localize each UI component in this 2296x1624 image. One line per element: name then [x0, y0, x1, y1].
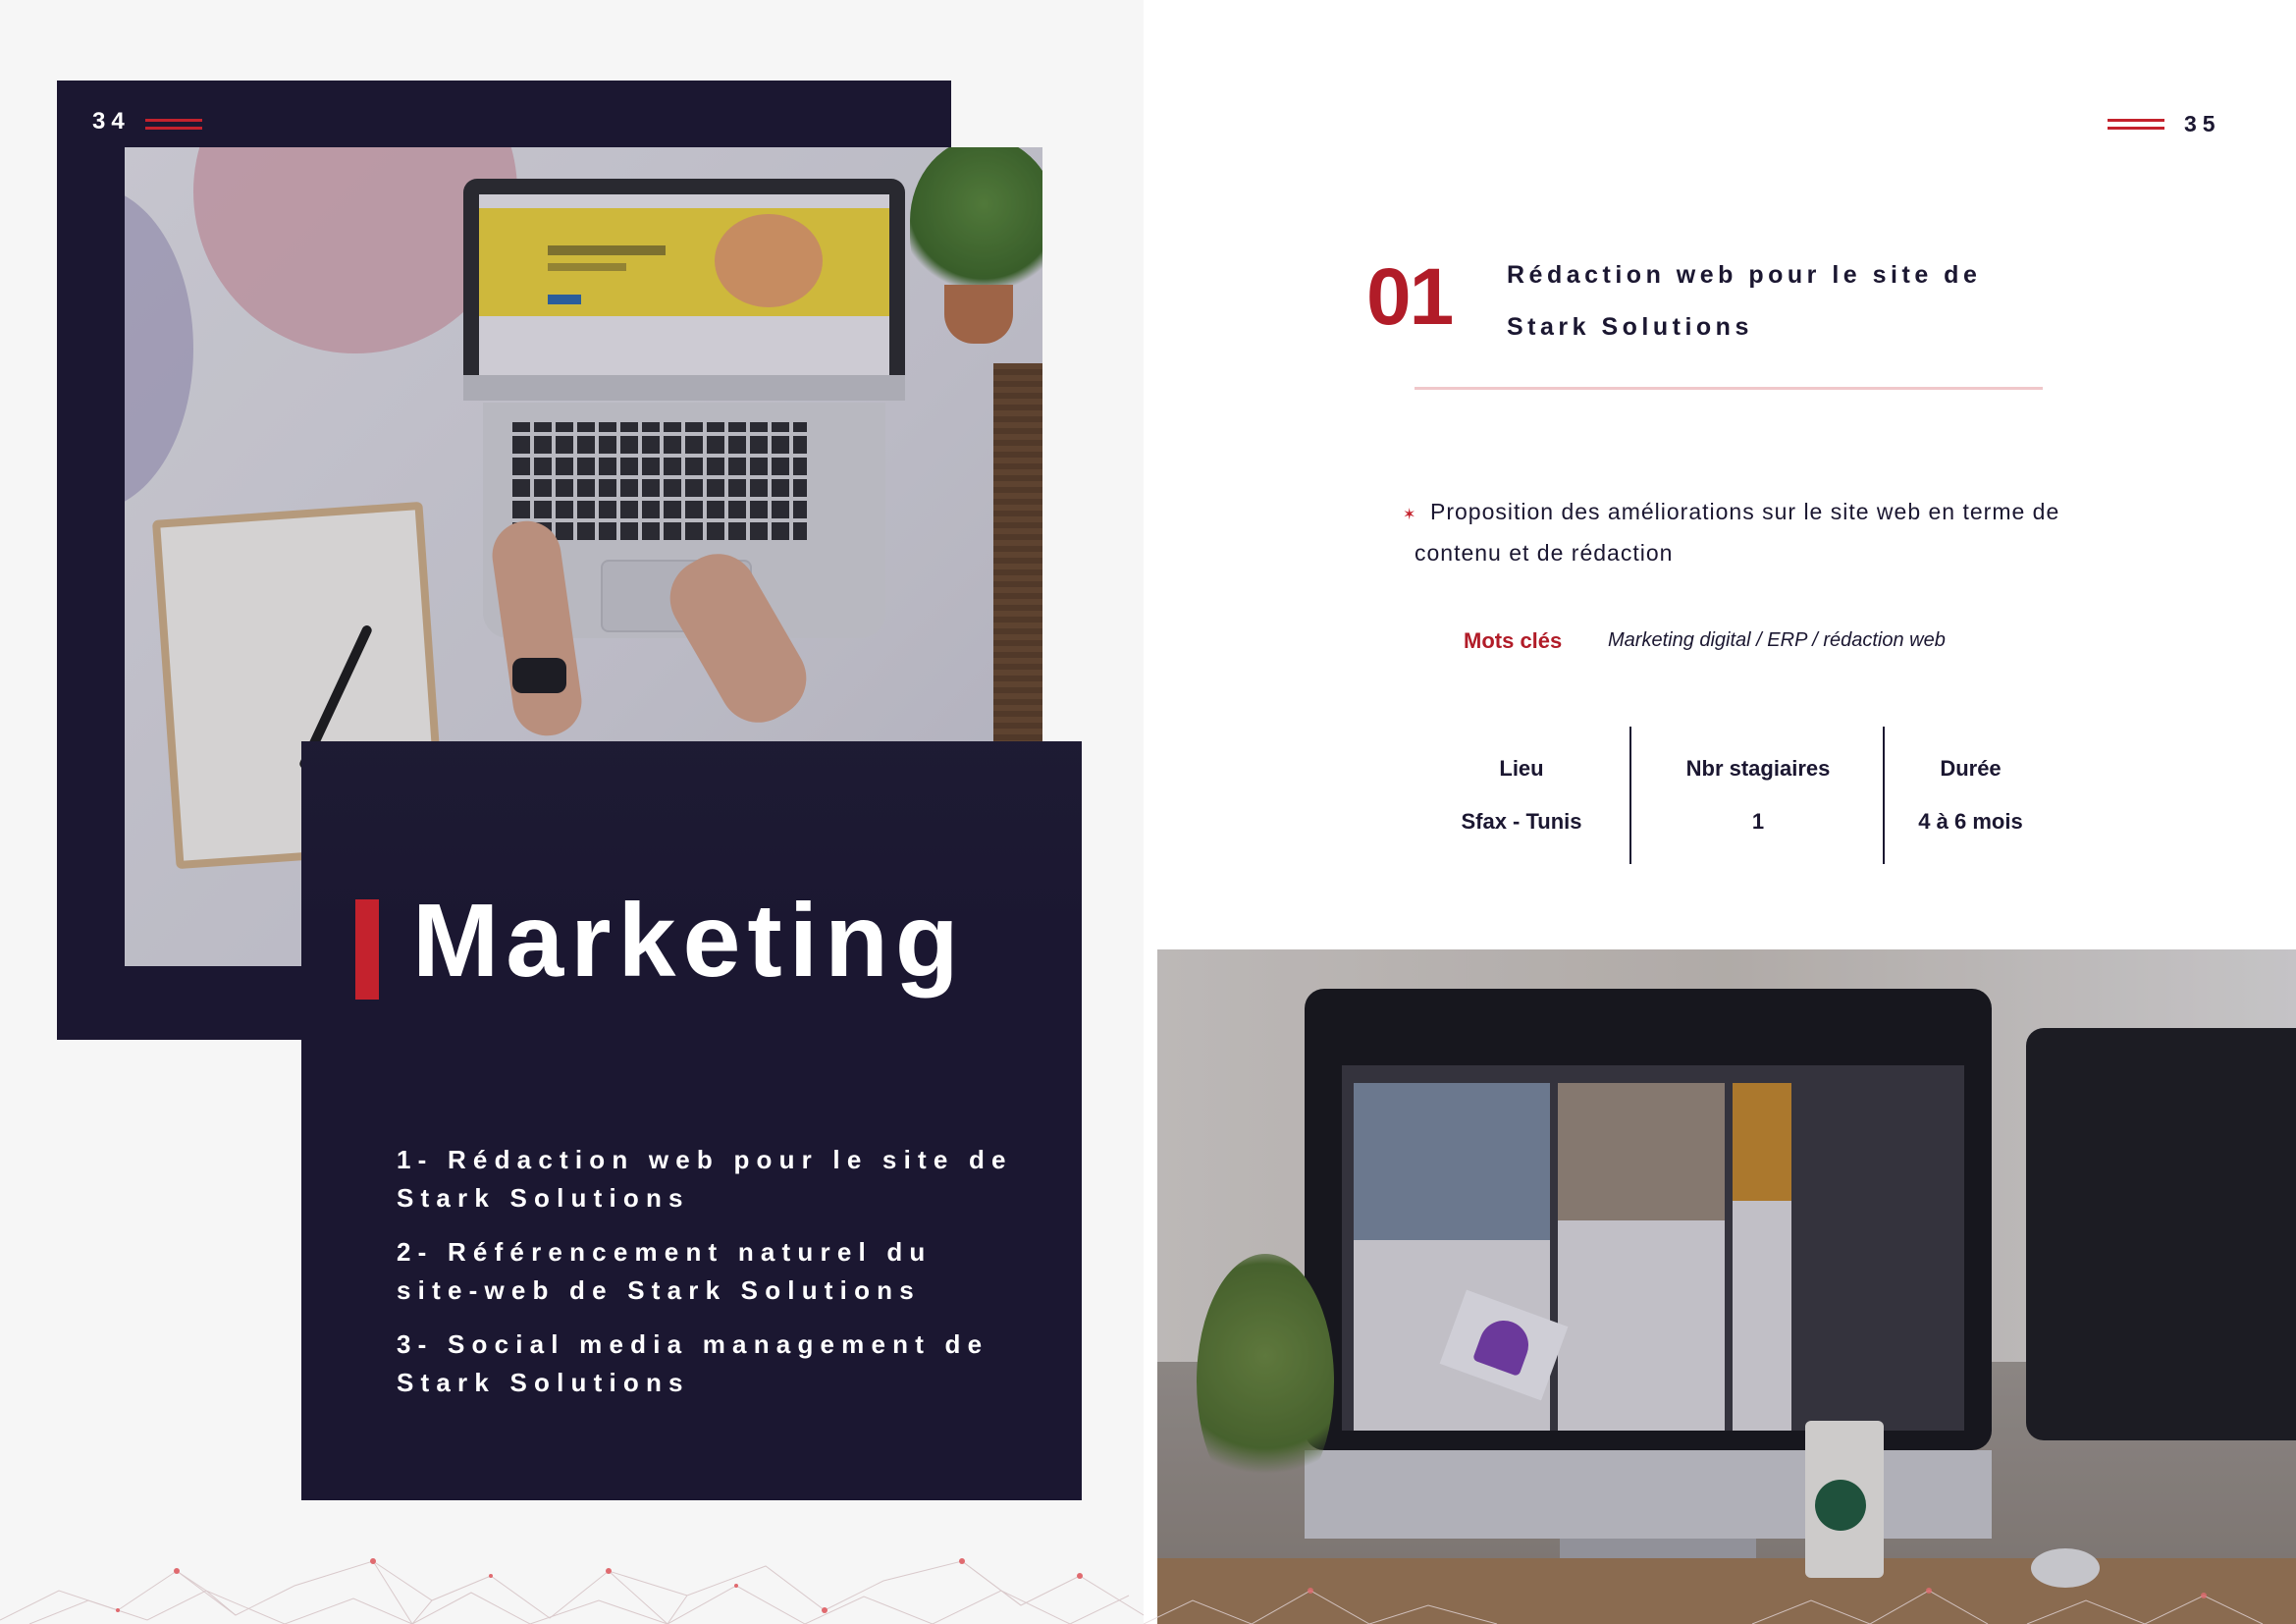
- info-label: Lieu: [1499, 756, 1544, 781]
- info-value: 1: [1751, 809, 1765, 834]
- section-title: Marketing: [412, 883, 966, 999]
- heading-divider: [1415, 387, 2043, 390]
- info-label: Nbr stagiaires: [1685, 756, 1831, 781]
- project-description: Proposition des améliorations sur le sit…: [1415, 499, 2060, 566]
- project-list: 1- Rédaction web pour le site de Stark S…: [397, 1141, 1025, 1418]
- title-accent-bar: [355, 899, 379, 1000]
- list-item: 2- Référencement naturel du site-web de …: [397, 1237, 933, 1305]
- network-pattern-icon: [1144, 1588, 2264, 1624]
- page-number-right: 35: [2184, 111, 2221, 136]
- project-heading: Rédaction web pour le site de Stark Solu…: [1507, 261, 1982, 341]
- list-item: 3- Social media management de Stark Solu…: [397, 1329, 989, 1397]
- info-column-duration: Durée 4 à 6 mois: [1883, 727, 2056, 864]
- network-pattern-icon: [0, 1558, 1144, 1624]
- double-line-icon: [2108, 119, 2164, 131]
- info-value: Sfax - Tunis: [1461, 809, 1582, 834]
- info-label: Durée: [1940, 756, 2002, 781]
- info-value: 4 à 6 mois: [1918, 809, 2023, 834]
- keywords-value: Marketing digital / ERP / rédaction web: [1608, 629, 1946, 651]
- info-column-interns: Nbr stagiaires 1: [1629, 727, 1885, 864]
- double-line-icon: [145, 119, 202, 131]
- page-number-left: 34: [92, 108, 131, 135]
- info-column-location: Lieu Sfax - Tunis: [1414, 727, 1629, 864]
- left-page: 34 Marketing 1- Rédaction web pour le si…: [0, 0, 1144, 1624]
- keywords-label: Mots clés: [1464, 628, 1563, 653]
- photo-shade: [1157, 949, 2296, 1624]
- list-item: 1- Rédaction web pour le site de Stark S…: [397, 1145, 1013, 1213]
- project-number: 01: [1366, 252, 1454, 342]
- imac-desk-photo: [1157, 949, 2296, 1624]
